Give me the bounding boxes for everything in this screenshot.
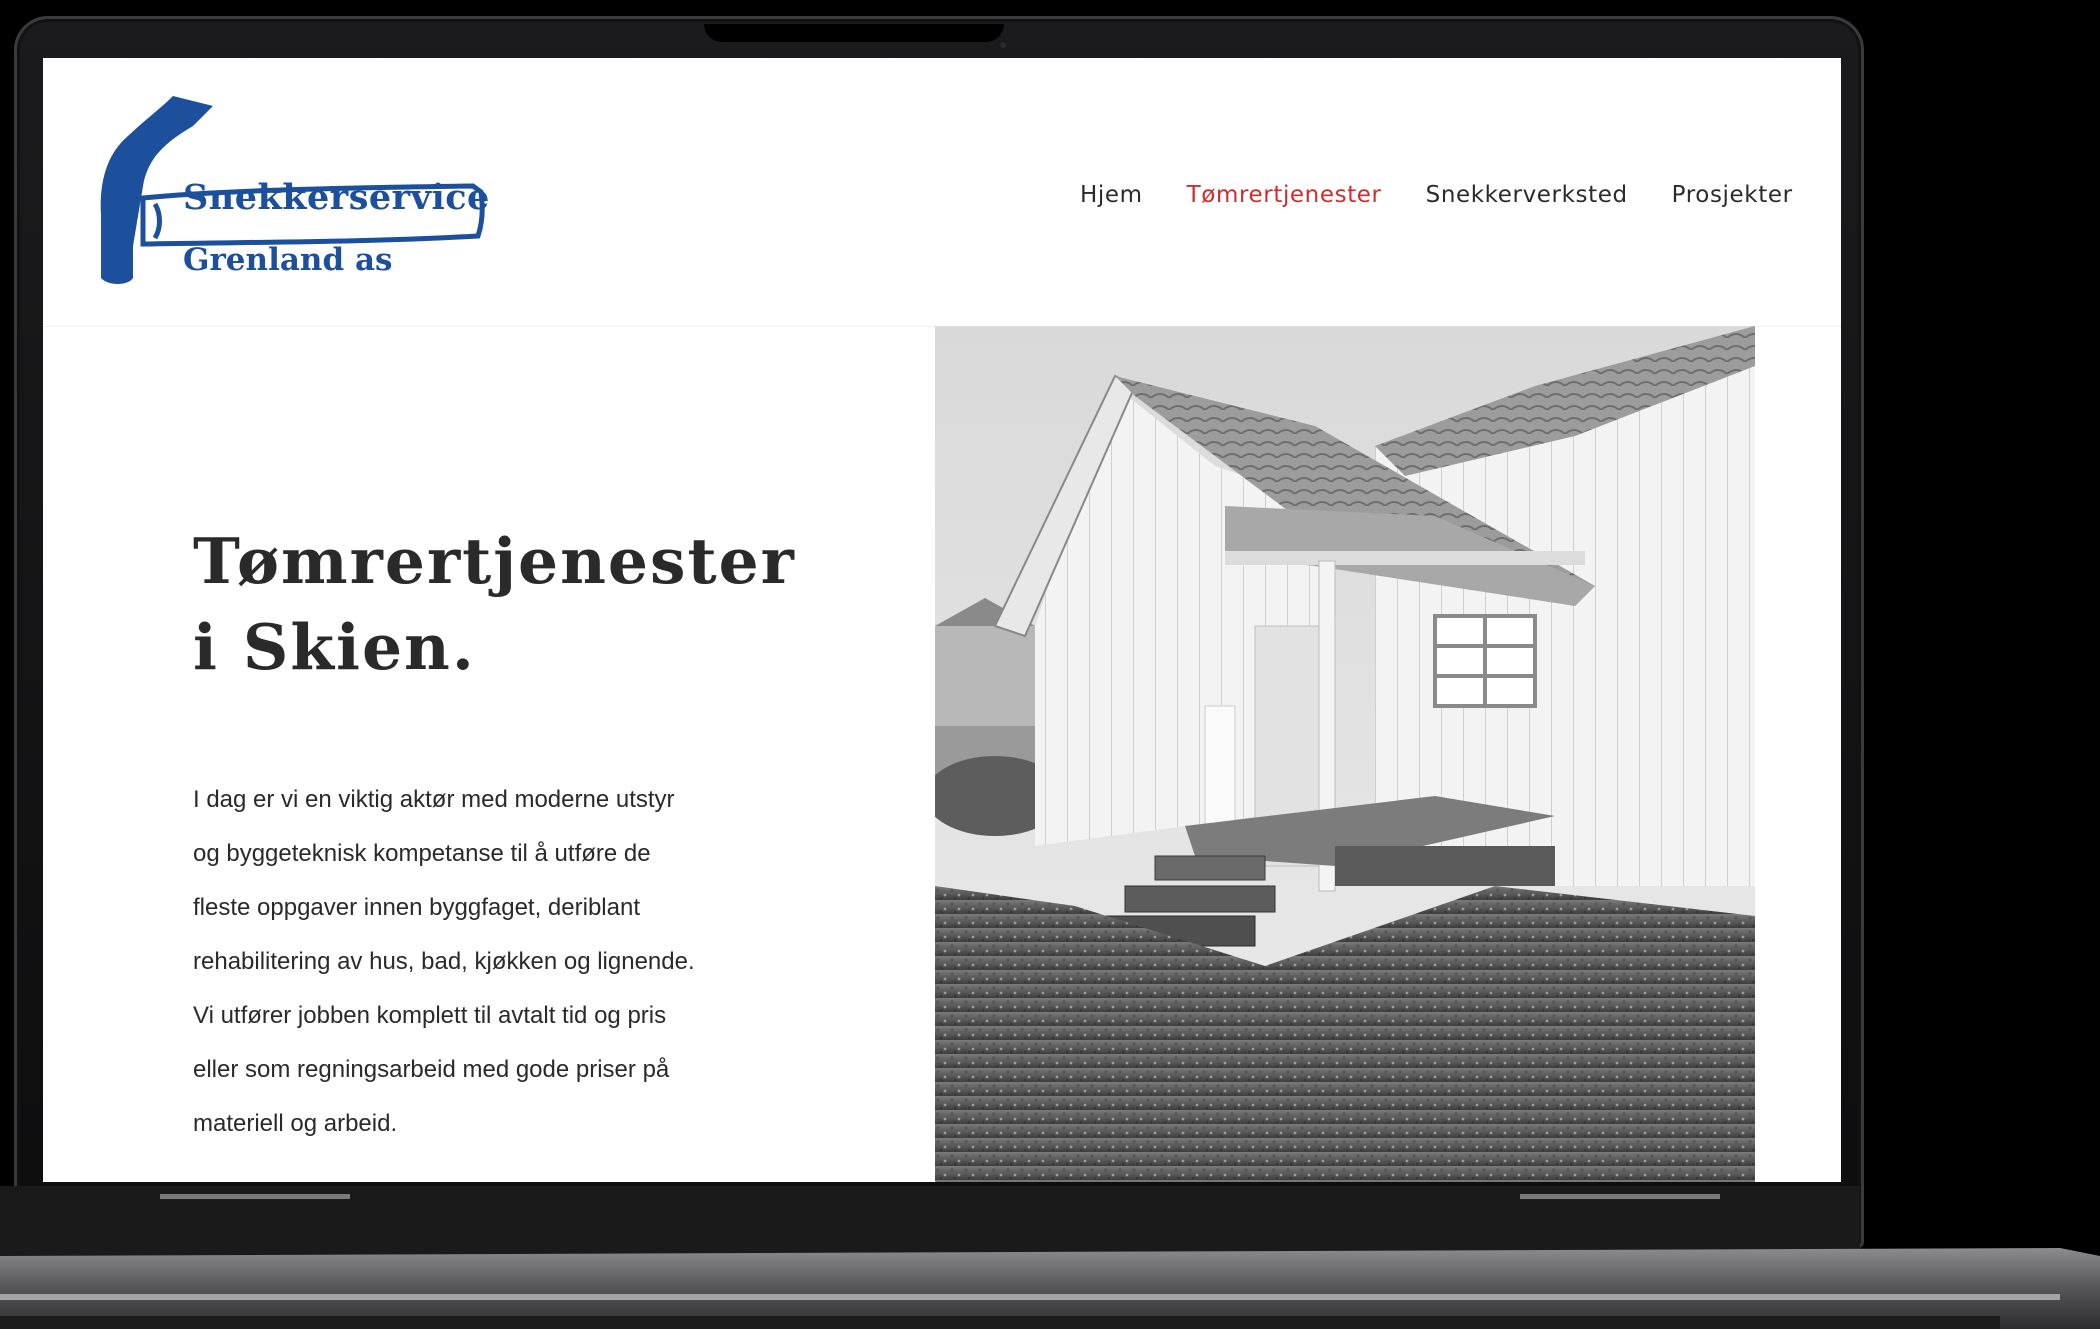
page-title: Tømrertjenester i Skien. [193,518,833,690]
page-title-line-2: i Skien. [193,610,476,684]
nav-item-prosjekter[interactable]: Prosjekter [1672,182,1793,208]
intro-line: materiell og arbeid. [193,1110,398,1137]
intro-line: I dag er vi en viktig aktør med moderne … [193,786,675,813]
webcam-icon [1000,42,1006,48]
camera-notch [704,24,1004,42]
house-photo-illustration [935,326,1755,1182]
logo-text-primary: Snekkerservice [183,177,490,218]
intro-line: fleste oppgaver innen byggfaget, deribla… [193,894,640,921]
laptop-mockup: Snekkerservice Grenland as Hjem Tømrertj… [0,0,2100,1329]
nav-item-hjem[interactable]: Hjem [1080,182,1143,208]
nav-item-tomrertjenester[interactable]: Tømrertjenester [1187,182,1382,208]
site-header: Snekkerservice Grenland as Hjem Tømrertj… [43,58,1841,327]
intro-line: og byggeteknisk kompetanse til å utføre … [193,840,651,867]
house-photo [935,326,1755,1182]
intro-line: rehabilitering av hus, bad, kjøkken og l… [193,948,695,975]
hero-heading-block: Tømrertjenester i Skien. [193,518,833,690]
intro-line: eller som regningsarbeid med gode priser… [193,1056,670,1083]
laptop-base-illustration [0,1186,2100,1329]
logo-text-secondary: Grenland as [183,242,393,278]
laptop-base [0,1186,2100,1329]
main-navigation: Hjem Tømrertjenester Snekkerverksted Pro… [1080,182,1793,208]
browser-screen: Snekkerservice Grenland as Hjem Tømrertj… [43,58,1841,1182]
intro-line: Vi utfører jobben komplett til avtalt ti… [193,1002,667,1029]
page-title-line-1: Tømrertjenester [193,524,796,598]
nav-item-snekkerverksted[interactable]: Snekkerverksted [1426,182,1628,208]
intro-paragraph: I dag er vi en viktig aktør med moderne … [193,773,853,1151]
